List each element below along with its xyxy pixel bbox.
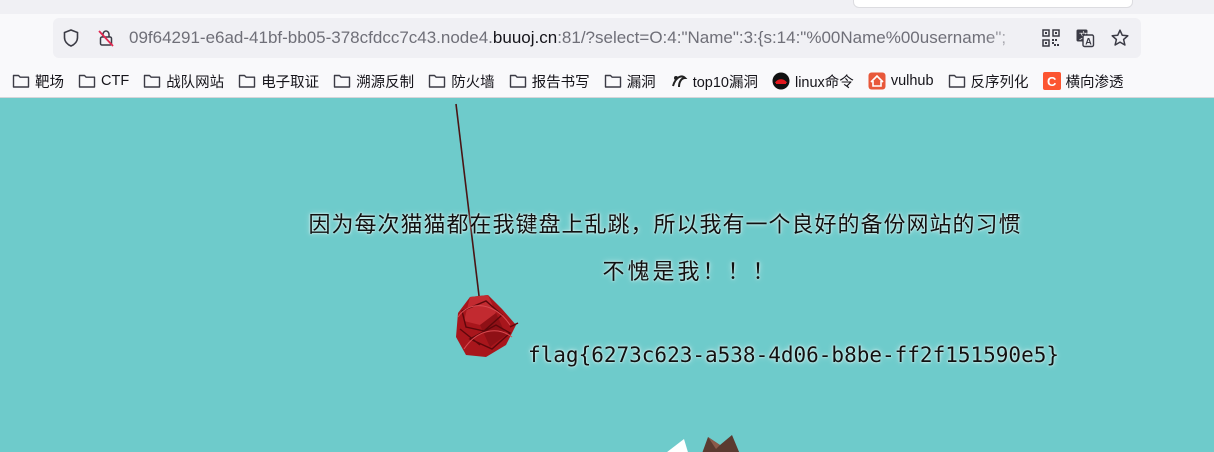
folder-icon <box>143 73 166 89</box>
bookmark-item[interactable]: linux命令 <box>772 69 854 93</box>
bookmark-label: 战队网站 <box>166 74 225 91</box>
bookmark-item[interactable]: 反序列化 <box>948 69 1029 93</box>
insecure-lock-icon[interactable] <box>96 28 116 48</box>
svg-text:A: A <box>1085 37 1092 47</box>
bookmark-item[interactable]: 靶场 <box>12 69 64 93</box>
bookmark-item[interactable]: C 横向渗透 <box>1042 69 1124 93</box>
folder-icon <box>12 73 35 89</box>
bookmark-item[interactable]: 战队网站 <box>143 69 224 93</box>
flag-text: flag{6273c623-a538-4d06-b8be-ff2f151590e… <box>528 343 1060 367</box>
url-prefix: 09f64291-e6ad-41bf-bb05-378cfdcc7c43.nod… <box>129 28 493 47</box>
bookmark-item[interactable]: 漏洞 <box>604 69 656 93</box>
translate-icon[interactable]: 文 A <box>1075 28 1095 48</box>
folder-icon <box>333 73 356 89</box>
bookmark-label: 漏洞 <box>626 74 656 91</box>
bookmark-item[interactable]: 电子取证 <box>238 69 319 93</box>
bookmark-label: 电子取证 <box>261 74 320 91</box>
browser-chrome: 09f64291-e6ad-41bf-bb05-378cfdcc7c43.nod… <box>0 0 1214 98</box>
bookmark-item[interactable]: vulhub <box>868 69 934 93</box>
bookmark-label: linux命令 <box>794 74 854 91</box>
shield-icon[interactable] <box>61 28 81 48</box>
folder-icon <box>78 73 101 89</box>
qr-code-icon[interactable] <box>1041 28 1061 48</box>
bookmark-label: vulhub <box>890 73 934 89</box>
folder-icon <box>509 73 532 89</box>
bookmark-label: 报告书写 <box>531 74 590 91</box>
message-line-2: 不愧是我！！！ <box>602 260 778 285</box>
url-suffix: :81/?select=O:4:"Name":3:{s:14:"%00Name%… <box>557 28 1007 47</box>
cat-image <box>667 435 740 452</box>
folder-icon <box>948 73 971 89</box>
popup-panel-edge <box>853 0 1133 8</box>
folder-icon <box>604 73 627 89</box>
bookmark-item[interactable]: 溯源反制 <box>333 69 414 93</box>
folder-icon <box>238 73 261 89</box>
redhat-favicon <box>772 72 795 90</box>
bookmark-label: 靶场 <box>35 74 64 91</box>
bookmark-item[interactable]: 报告书写 <box>509 69 590 93</box>
bookmark-star-icon[interactable] <box>1110 28 1130 48</box>
bookmark-label: 防火墙 <box>451 74 495 91</box>
url-text[interactable]: 09f64291-e6ad-41bf-bb05-378cfdcc7c43.nod… <box>129 28 1029 50</box>
bookmark-label: 横向渗透 <box>1065 74 1124 91</box>
page-content: 因为每次猫猫都在我键盘上乱跳，所以我有一个良好的备份网站的习惯 不愧是我！！！ … <box>0 99 1214 452</box>
bookmark-item[interactable]: CTF <box>78 69 129 93</box>
folder-icon <box>428 73 451 89</box>
svg-text:C: C <box>1047 74 1057 89</box>
site-favicon <box>670 72 693 90</box>
address-bar[interactable]: 09f64291-e6ad-41bf-bb05-378cfdcc7c43.nod… <box>53 18 1141 58</box>
bookmark-label: top10漏洞 <box>692 74 758 91</box>
bookmark-label: CTF <box>101 73 130 89</box>
c-favicon: C <box>1042 72 1066 90</box>
bookmark-label: 反序列化 <box>970 74 1029 91</box>
bookmark-label: 溯源反制 <box>356 74 415 91</box>
bookmark-item[interactable]: top10漏洞 <box>670 69 758 93</box>
bookmark-item[interactable]: 防火墙 <box>428 69 495 93</box>
url-domain: buuoj.cn <box>492 28 558 47</box>
message-line-1: 因为每次猫猫都在我键盘上乱跳，所以我有一个良好的备份网站的习惯 <box>308 213 1022 238</box>
bookmarks-toolbar: 靶场 CTF 战队网站 电子取证 溯源反制 防火墙 报告书写 漏洞 top10漏洞 linux命令… <box>12 68 1214 94</box>
home-favicon <box>868 72 891 90</box>
